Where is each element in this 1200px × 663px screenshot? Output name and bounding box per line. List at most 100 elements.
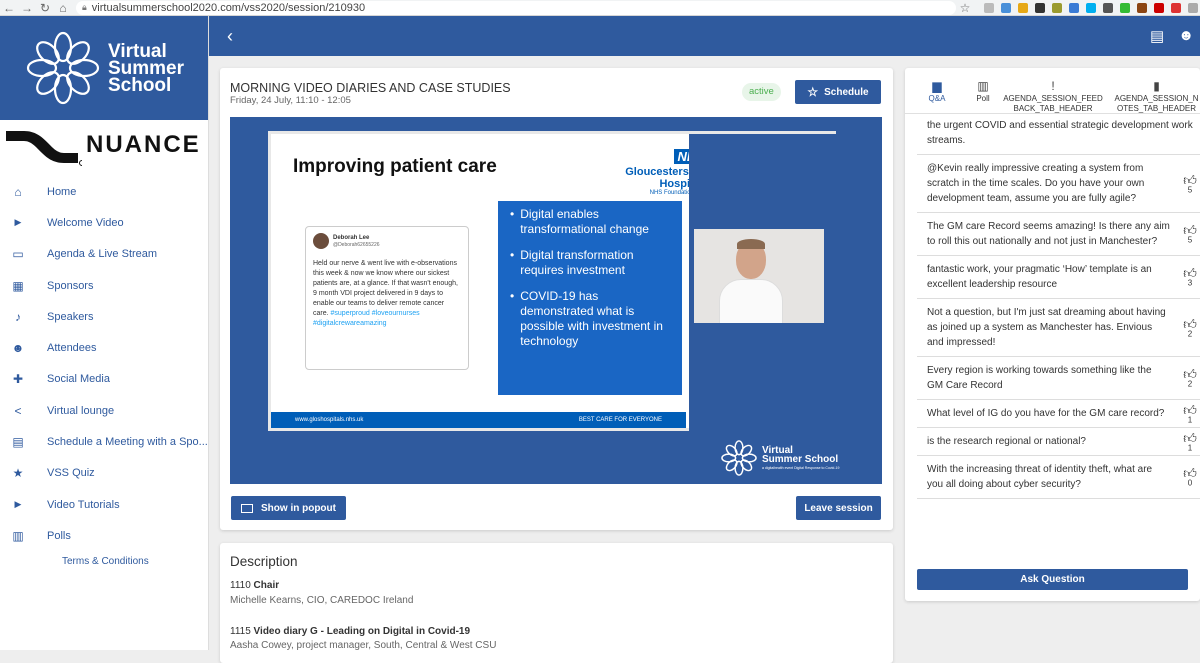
sidebar-item-label: Welcome Video — [47, 216, 124, 229]
upvote-button[interactable]: 👍︎ 5 — [1182, 173, 1198, 194]
list-item: @Kevin really impressive creating a syst… — [917, 155, 1200, 213]
extension-icon[interactable] — [1188, 2, 1198, 13]
slide-footer-url: www.gloshospitals.nhs.uk — [295, 417, 364, 423]
extension-icon[interactable] — [1052, 2, 1062, 13]
tab-qa[interactable]: ▆ Q&A — [905, 68, 969, 113]
extension-icon[interactable] — [1103, 2, 1113, 13]
vss-logo-text: Virtual Summer School — [107, 40, 185, 96]
home-browser-icon[interactable]: ⌂ — [54, 1, 72, 15]
video-library-icon: ▶ — [14, 499, 22, 510]
status-badge: active — [742, 83, 781, 101]
sidebar-item-home[interactable]: ⌂ Home — [0, 176, 208, 207]
tweet-author: Deborah Lee — [333, 234, 370, 241]
sidebar-item-video-tutorials[interactable]: ▶ Video Tutorials — [0, 489, 208, 520]
session-date: Friday, 24 July, 11:10 - 12:05 — [230, 95, 351, 106]
extension-icon[interactable] — [1171, 2, 1181, 13]
upvote-button[interactable]: 👍︎ 0 — [1182, 467, 1198, 488]
schedule-button[interactable]: ☆ Schedule — [795, 80, 881, 104]
upvote-button[interactable]: 👍︎ 2 — [1182, 317, 1198, 338]
bookmark-star-icon[interactable]: ☆ — [956, 1, 974, 15]
chat-header-icon[interactable]: ▤ — [1150, 27, 1164, 45]
terms-link[interactable]: Terms & Conditions — [0, 556, 208, 567]
video-player[interactable]: Improving patient care NHS Gloucestershi… — [230, 117, 882, 484]
sidebar-item-sponsors[interactable]: ▦ Sponsors — [0, 270, 208, 301]
sidebar-item-label: Video Tutorials — [47, 498, 120, 511]
upvote-button[interactable]: 👍︎ 1 — [1182, 431, 1198, 452]
sidebar-item-virtual-lounge[interactable]: < Virtual lounge — [0, 395, 208, 426]
sidebar-item-speakers[interactable]: ♪ Speakers — [0, 301, 208, 332]
browser-toolbar: ← → ↻ ⌂ 🔒︎ virtualsummerschool2020.com/v… — [0, 0, 1200, 16]
live-tv-icon: ▭ — [12, 247, 24, 262]
play-icon: ▶ — [14, 217, 22, 228]
agenda-entry: 1110 Chair — [230, 580, 280, 591]
show-in-popout-button[interactable]: Show in popout — [231, 496, 346, 520]
list-item: What level of IG do you have for the GM … — [917, 400, 1200, 428]
sidebar-item-schedule-meeting[interactable]: ▤ Schedule a Meeting with a Spo... — [0, 426, 208, 457]
extension-icon[interactable] — [1035, 2, 1045, 13]
address-bar[interactable]: 🔒︎ virtualsummerschool2020.com/vss2020/s… — [76, 0, 956, 15]
slide-bullet: • Digital transformation requires investm… — [510, 248, 634, 277]
vss-watermark: Virtual Summer School a digitalhealth ev… — [720, 439, 839, 477]
extension-icon[interactable] — [1018, 2, 1028, 13]
sidebar-item-label: Speakers — [47, 310, 94, 323]
poll-icon: ▥ — [12, 528, 24, 543]
people-header-icon[interactable]: ☻ — [1178, 27, 1194, 45]
ask-question-button[interactable]: Ask Question — [917, 569, 1188, 590]
extension-icon[interactable] — [984, 2, 994, 13]
sidebar-menu: ⌂ Home ▶ Welcome Video ▭ Agenda & Live Stre… — [0, 176, 208, 552]
business-icon: ▦ — [12, 278, 24, 293]
tab-poll[interactable]: ▥ Poll — [969, 68, 997, 113]
description-card: Description 1110 Chair Michelle Kearns, … — [220, 543, 893, 663]
extension-icon[interactable] — [1120, 2, 1130, 13]
extension-icon[interactable] — [1001, 2, 1011, 13]
question-text: Every region is working towards somethin… — [927, 365, 1152, 391]
back-chevron-icon[interactable]: ‹ — [227, 26, 233, 47]
vote-count: 5 — [1187, 185, 1193, 194]
slide-title: Improving patient care — [293, 156, 497, 177]
leave-button-label: Leave session — [804, 502, 873, 514]
qa-panel: ▆ Q&A ▥ Poll ! AGENDA_SESSION_FEEDBACK_T… — [905, 68, 1200, 601]
question-text: What level of IG do you have for the GM … — [927, 408, 1165, 419]
upvote-button[interactable]: 👍︎ 5 — [1182, 224, 1198, 245]
question-list[interactable]: the urgent COVID and essential strategic… — [917, 116, 1200, 499]
sidebar-item-attendees[interactable]: ☻ Attendees — [0, 332, 208, 363]
list-item: Not a question, but I'm just sat dreamin… — [917, 299, 1200, 357]
app-header: ‹ ▤ ☻ — [209, 16, 1200, 56]
sidebar-item-vss-quiz[interactable]: ★ VSS Quiz — [0, 458, 208, 489]
vote-count: 2 — [1187, 379, 1193, 389]
upvote-button[interactable]: 👍︎ 3 — [1182, 267, 1198, 288]
sidebar-item-agenda[interactable]: ▭ Agenda & Live Stream — [0, 239, 208, 270]
sidebar-item-label: Attendees — [47, 342, 97, 355]
list-item: the urgent COVID and essential strategic… — [917, 116, 1200, 155]
back-arrow-icon[interactable]: ← — [0, 1, 18, 15]
agenda-entry: 1115 Video diary G - Leading on Digital … — [230, 626, 471, 637]
forward-arrow-icon[interactable]: → — [18, 1, 36, 15]
tab-feedback[interactable]: ! AGENDA_SESSION_FEEDBACK_TAB_HEADER — [997, 68, 1103, 113]
description-heading: Description — [230, 554, 298, 569]
session-card: MORNING VIDEO DIARIES AND CASE STUDIES F… — [220, 68, 893, 530]
vss-logo[interactable]: Virtual Summer School — [0, 16, 208, 120]
upvote-button[interactable]: 👍︎ 1 — [1182, 403, 1198, 424]
tweet-body: Held our nerve & went live with e-observ… — [313, 260, 458, 317]
extension-icon[interactable] — [1154, 2, 1164, 13]
question-text: With the increasing threat of identity t… — [927, 464, 1153, 490]
nuance-mark-icon — [6, 131, 82, 166]
tab-notes[interactable]: ▮ AGENDA_SESSION_NOTES_TAB_HEADER — [1103, 68, 1200, 113]
upvote-button[interactable]: 👍︎ 2 — [1182, 368, 1198, 389]
question-text: Not a question, but I'm just sat dreamin… — [927, 307, 1166, 348]
sidebar-item-label: Agenda & Live Stream — [47, 248, 158, 261]
extension-icon[interactable] — [1086, 2, 1096, 13]
sidebar-item-social-media[interactable]: ✚ Social Media — [0, 364, 208, 395]
extension-icon[interactable] — [1069, 2, 1079, 13]
extension-icon[interactable] — [1137, 2, 1147, 13]
sidebar-item-polls[interactable]: ▥ Polls — [0, 520, 208, 551]
leave-session-button[interactable]: Leave session — [796, 496, 881, 520]
share-icon: < — [14, 403, 22, 418]
sponsor-logo[interactable]: NUANCE — [0, 120, 208, 170]
microphone-icon: ♪ — [15, 309, 21, 324]
star-circle-icon: ★ — [12, 466, 24, 481]
sidebar-item-welcome-video[interactable]: ▶ Welcome Video — [0, 207, 208, 238]
tweet-hashtags: #superproud #loveournurses #digitalcrewa… — [313, 310, 420, 327]
question-text: @Kevin really impressive creating a syst… — [927, 163, 1145, 204]
reload-icon[interactable]: ↻ — [36, 1, 54, 15]
